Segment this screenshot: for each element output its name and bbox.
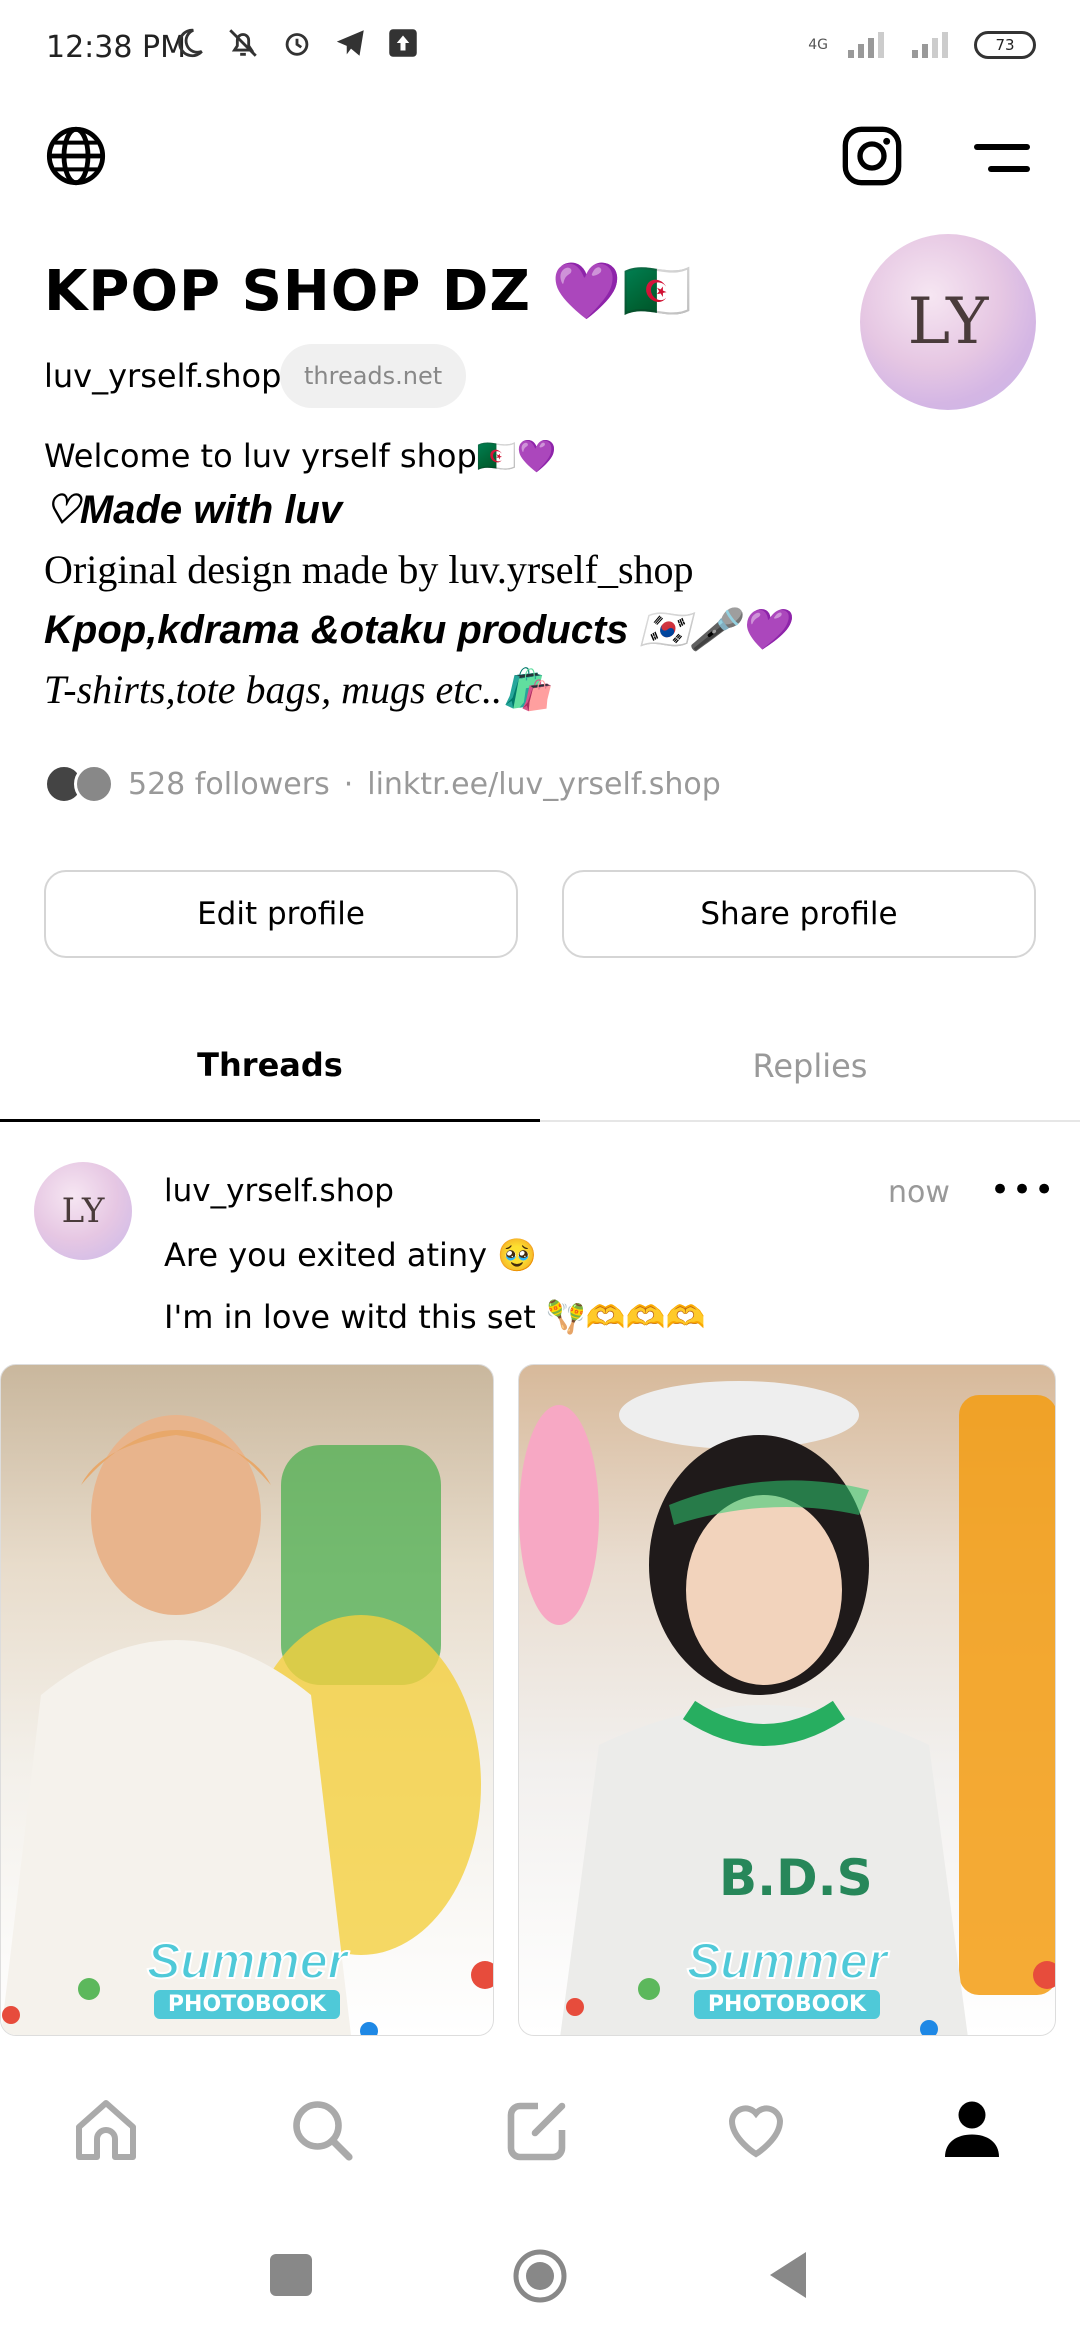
bio-line: Original design made by luv.yrself_shop xyxy=(44,547,694,592)
caption-subtitle: PHOTOBOOK xyxy=(693,1990,881,2019)
upload-icon xyxy=(389,29,417,57)
signal-icon-2 xyxy=(912,32,948,58)
avatar xyxy=(74,764,114,804)
caption-title: Summer xyxy=(146,1932,348,1990)
instagram-icon[interactable] xyxy=(840,124,904,192)
compose-icon[interactable] xyxy=(498,2090,578,2170)
home-icon[interactable] xyxy=(66,2090,146,2170)
moon-icon xyxy=(178,28,203,58)
followers-row: 528 followers · linktr.ee/luv_yrself.sho… xyxy=(44,764,721,804)
bio-line: T-shirts,tote bags, mugs etc..🛍️ xyxy=(44,667,552,712)
avatar-logo-text: LY xyxy=(61,1191,105,1231)
shirt-text: B.D.S xyxy=(719,1849,873,1907)
profile-link[interactable]: linktr.ee/luv_yrself.shop xyxy=(367,767,721,802)
post-image[interactable]: Summer PHOTOBOOK xyxy=(0,1364,494,2036)
caption-title: Summer xyxy=(686,1932,888,1990)
post-username[interactable]: luv_yrself.shop xyxy=(164,1173,394,1209)
post-avatar[interactable]: LY xyxy=(34,1162,132,1260)
post-text-line: I'm in love witd this set 🪇🫶🫶🫶 xyxy=(164,1298,706,1336)
network-type: 4G xyxy=(808,37,828,53)
post-image[interactable]: B.D.S Summer PHOTOBOOK xyxy=(518,1364,1056,2036)
status-bar: 12:38 PM 4G 73 xyxy=(0,0,1080,100)
profile-handle: luv_yrself.shop xyxy=(44,357,282,395)
search-icon[interactable] xyxy=(282,2090,362,2170)
status-right: 4G 73 xyxy=(808,30,1036,60)
back-button[interactable] xyxy=(766,2250,810,2304)
more-options-icon[interactable]: ••• xyxy=(990,1170,1056,1210)
media-caption: Summer PHOTOBOOK xyxy=(519,1932,1055,2019)
media-caption: Summer PHOTOBOOK xyxy=(1,1932,493,2019)
avatar-logo-text: LY xyxy=(907,285,989,359)
follower-avatars[interactable] xyxy=(44,764,114,804)
tab-replies[interactable]: Replies xyxy=(540,1010,1080,1122)
globe-icon[interactable] xyxy=(44,124,108,192)
bio-line: Kpop,kdrama &otaku products 🇰🇷🎤💜 xyxy=(44,608,790,652)
bio-line: ♡Made with luv xyxy=(44,488,343,532)
profile-bio: Welcome to luv yrself shop🇩🇿💜 ♡Made with… xyxy=(44,440,1034,710)
post-timestamp: now xyxy=(888,1175,950,1210)
telegram-icon xyxy=(336,30,364,56)
profile-name: KPOP SHOP DZ 💜🇩🇿 xyxy=(44,259,693,324)
status-time: 12:38 PM xyxy=(46,30,186,65)
followers-count[interactable]: 528 followers xyxy=(128,767,330,802)
heart-icon[interactable] xyxy=(716,2090,796,2170)
battery-indicator: 73 xyxy=(974,31,1036,59)
separator-dot: · xyxy=(343,766,354,802)
post-text-line: Are you exited atiny 🥹 xyxy=(164,1236,538,1274)
edit-profile-button[interactable]: Edit profile xyxy=(44,870,518,958)
recents-button[interactable] xyxy=(270,2254,312,2296)
bottom-nav xyxy=(0,2060,1080,2200)
top-bar xyxy=(0,110,1080,210)
bio-line: Welcome to luv yrself shop🇩🇿💜 xyxy=(44,437,557,475)
signal-icon xyxy=(848,32,884,58)
status-icons xyxy=(172,26,418,60)
domain-badge[interactable]: threads.net xyxy=(280,344,467,408)
system-nav xyxy=(0,2220,1080,2340)
profile-icon[interactable] xyxy=(932,2090,1012,2170)
bell-off-icon xyxy=(229,29,257,57)
profile-avatar[interactable]: LY xyxy=(860,234,1036,410)
tab-threads[interactable]: Threads xyxy=(0,1010,540,1122)
home-button[interactable] xyxy=(512,2248,568,2308)
alarm-icon xyxy=(285,33,309,56)
profile-tabs: Threads Replies xyxy=(0,1010,1080,1122)
caption-subtitle: PHOTOBOOK xyxy=(153,1990,341,2019)
share-profile-button[interactable]: Share profile xyxy=(562,870,1036,958)
menu-icon[interactable] xyxy=(974,140,1034,180)
